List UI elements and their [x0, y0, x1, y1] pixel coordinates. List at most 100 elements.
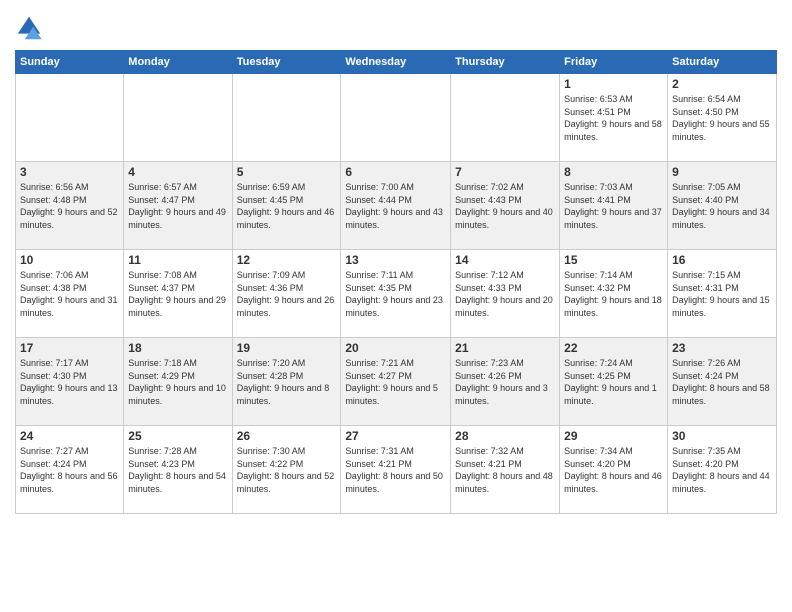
- table-row: 12Sunrise: 7:09 AM Sunset: 4:36 PM Dayli…: [232, 250, 341, 338]
- day-info: Sunrise: 7:23 AM Sunset: 4:26 PM Dayligh…: [455, 357, 555, 407]
- table-row: [124, 74, 232, 162]
- day-info: Sunrise: 7:26 AM Sunset: 4:24 PM Dayligh…: [672, 357, 772, 407]
- day-number: 18: [128, 341, 227, 355]
- day-info: Sunrise: 6:54 AM Sunset: 4:50 PM Dayligh…: [672, 93, 772, 143]
- table-row: 18 Sunrise: 7:18 AM Sunset: 4:29 PM Dayli…: [124, 338, 232, 426]
- day-info: Sunrise: 7:35 AM Sunset: 4:20 PM Dayligh…: [672, 445, 772, 495]
- day-info: Sunrise: 7:20 AM Sunset: 4:28 PM Dayligh…: [237, 357, 337, 407]
- day-info: Sunrise: 7:31 AM Sunset: 4:21 PM Dayligh…: [345, 445, 446, 495]
- day-number: 3: [20, 165, 119, 179]
- table-row: 17 Sunrise: 7:17 AM Sunset: 4:30 PM Dayli…: [16, 338, 124, 426]
- day-info: Sunrise: 7:02 AM Sunset: 4:43 PM Dayligh…: [455, 181, 555, 231]
- day-number: 23: [672, 341, 772, 355]
- day-number: 9: [672, 165, 772, 179]
- day-number: 14: [455, 253, 555, 267]
- table-row: 14 Sunrise: 7:12 AM Sunset: 4:33 PM Dayli…: [451, 250, 560, 338]
- table-row: 3 Sunrise: 6:56 AM Sunset: 4:48 PM Daylig…: [16, 162, 124, 250]
- col-thursday: Thursday: [451, 51, 560, 74]
- day-number: 17: [20, 341, 119, 355]
- table-row: 1 Sunrise: 6:53 AM Sunset: 4:51 PM Daylig…: [560, 74, 668, 162]
- logo-icon: [15, 14, 43, 42]
- day-number: 24: [20, 429, 119, 443]
- day-info: Sunrise: 7:09 AM Sunset: 4:36 PM Dayligh…: [237, 269, 337, 319]
- calendar: Sunday Monday Tuesday Wednesday Thursday…: [15, 50, 777, 514]
- day-number: 30: [672, 429, 772, 443]
- col-tuesday: Tuesday: [232, 51, 341, 74]
- calendar-header-row: Sunday Monday Tuesday Wednesday Thursday…: [16, 51, 777, 74]
- table-row: 4 Sunrise: 6:57 AM Sunset: 4:47 PM Daylig…: [124, 162, 232, 250]
- table-row: 8 Sunrise: 7:03 AM Sunset: 4:41 PM Daylig…: [560, 162, 668, 250]
- day-number: 16: [672, 253, 772, 267]
- day-info: Sunrise: 7:08 AM Sunset: 4:37 PM Dayligh…: [128, 269, 227, 319]
- calendar-week-row: 3 Sunrise: 6:56 AM Sunset: 4:48 PM Daylig…: [16, 162, 777, 250]
- day-number: 6: [345, 165, 446, 179]
- day-info: Sunrise: 7:32 AM Sunset: 4:21 PM Dayligh…: [455, 445, 555, 495]
- day-info: Sunrise: 6:53 AM Sunset: 4:51 PM Dayligh…: [564, 93, 663, 143]
- day-info: Sunrise: 7:28 AM Sunset: 4:23 PM Dayligh…: [128, 445, 227, 495]
- day-number: 7: [455, 165, 555, 179]
- table-row: 11Sunrise: 7:08 AM Sunset: 4:37 PM Dayli…: [124, 250, 232, 338]
- calendar-week-row: 10 Sunrise: 7:06 AM Sunset: 4:38 PM Dayli…: [16, 250, 777, 338]
- col-friday: Friday: [560, 51, 668, 74]
- table-row: 20 Sunrise: 7:21 AM Sunset: 4:27 PM Dayli…: [341, 338, 451, 426]
- day-number: 4: [128, 165, 227, 179]
- day-info: Sunrise: 7:34 AM Sunset: 4:20 PM Dayligh…: [564, 445, 663, 495]
- table-row: 28 Sunrise: 7:32 AM Sunset: 4:21 PM Dayli…: [451, 426, 560, 514]
- table-row: 22Sunrise: 7:24 AM Sunset: 4:25 PM Dayli…: [560, 338, 668, 426]
- table-row: 26 Sunrise: 7:30 AM Sunset: 4:22 PM Dayli…: [232, 426, 341, 514]
- day-number: 19: [237, 341, 337, 355]
- table-row: 15 Sunrise: 7:14 AM Sunset: 4:32 PM Dayli…: [560, 250, 668, 338]
- day-number: 5: [237, 165, 337, 179]
- day-number: 28: [455, 429, 555, 443]
- day-info: Sunrise: 7:14 AM Sunset: 4:32 PM Dayligh…: [564, 269, 663, 319]
- day-info: Sunrise: 6:59 AM Sunset: 4:45 PM Dayligh…: [237, 181, 337, 231]
- calendar-week-row: 24 Sunrise: 7:27 AM Sunset: 4:24 PM Dayli…: [16, 426, 777, 514]
- table-row: 16 Sunrise: 7:15 AM Sunset: 4:31 PM Dayli…: [668, 250, 777, 338]
- table-row: 27 Sunrise: 7:31 AM Sunset: 4:21 PM Dayli…: [341, 426, 451, 514]
- day-number: 25: [128, 429, 227, 443]
- day-info: Sunrise: 7:21 AM Sunset: 4:27 PM Dayligh…: [345, 357, 446, 407]
- col-wednesday: Wednesday: [341, 51, 451, 74]
- calendar-body: 1 Sunrise: 6:53 AM Sunset: 4:51 PM Daylig…: [16, 74, 777, 514]
- header: [15, 10, 777, 42]
- day-info: Sunrise: 7:05 AM Sunset: 4:40 PM Dayligh…: [672, 181, 772, 231]
- day-number: 15: [564, 253, 663, 267]
- table-row: 30 Sunrise: 7:35 AM Sunset: 4:20 PM Dayli…: [668, 426, 777, 514]
- page: Sunday Monday Tuesday Wednesday Thursday…: [0, 0, 792, 612]
- table-row: [16, 74, 124, 162]
- table-row: [232, 74, 341, 162]
- col-saturday: Saturday: [668, 51, 777, 74]
- col-sunday: Sunday: [16, 51, 124, 74]
- table-row: 25 Sunrise: 7:28 AM Sunset: 4:23 PM Dayli…: [124, 426, 232, 514]
- table-row: 13 Sunrise: 7:11 AM Sunset: 4:35 PM Dayli…: [341, 250, 451, 338]
- day-info: Sunrise: 6:56 AM Sunset: 4:48 PM Dayligh…: [20, 181, 119, 231]
- day-number: 27: [345, 429, 446, 443]
- day-info: Sunrise: 7:00 AM Sunset: 4:44 PM Dayligh…: [345, 181, 446, 231]
- day-info: Sunrise: 7:18 AM Sunset: 4:29 PM Dayligh…: [128, 357, 227, 407]
- table-row: 19 Sunrise: 7:20 AM Sunset: 4:28 PM Dayli…: [232, 338, 341, 426]
- day-info: Sunrise: 7:06 AM Sunset: 4:38 PM Dayligh…: [20, 269, 119, 319]
- day-number: 20: [345, 341, 446, 355]
- logo: [15, 14, 47, 42]
- day-info: Sunrise: 7:27 AM Sunset: 4:24 PM Dayligh…: [20, 445, 119, 495]
- day-info: Sunrise: 7:30 AM Sunset: 4:22 PM Dayligh…: [237, 445, 337, 495]
- day-number: 2: [672, 77, 772, 91]
- table-row: [451, 74, 560, 162]
- day-info: Sunrise: 7:12 AM Sunset: 4:33 PM Dayligh…: [455, 269, 555, 319]
- table-row: 24 Sunrise: 7:27 AM Sunset: 4:24 PM Dayli…: [16, 426, 124, 514]
- day-number: 10: [20, 253, 119, 267]
- day-info: Sunrise: 7:03 AM Sunset: 4:41 PM Dayligh…: [564, 181, 663, 231]
- table-row: 5 Sunrise: 6:59 AM Sunset: 4:45 PM Daylig…: [232, 162, 341, 250]
- day-number: 1: [564, 77, 663, 91]
- day-info: Sunrise: 7:11 AM Sunset: 4:35 PM Dayligh…: [345, 269, 446, 319]
- day-number: 29: [564, 429, 663, 443]
- day-number: 26: [237, 429, 337, 443]
- day-info: Sunrise: 6:57 AM Sunset: 4:47 PM Dayligh…: [128, 181, 227, 231]
- table-row: 6 Sunrise: 7:00 AM Sunset: 4:44 PM Daylig…: [341, 162, 451, 250]
- day-number: 8: [564, 165, 663, 179]
- day-info: Sunrise: 7:17 AM Sunset: 4:30 PM Dayligh…: [20, 357, 119, 407]
- table-row: 2 Sunrise: 6:54 AM Sunset: 4:50 PM Daylig…: [668, 74, 777, 162]
- day-info: Sunrise: 7:15 AM Sunset: 4:31 PM Dayligh…: [672, 269, 772, 319]
- table-row: 29 Sunrise: 7:34 AM Sunset: 4:20 PM Dayli…: [560, 426, 668, 514]
- day-number: 13: [345, 253, 446, 267]
